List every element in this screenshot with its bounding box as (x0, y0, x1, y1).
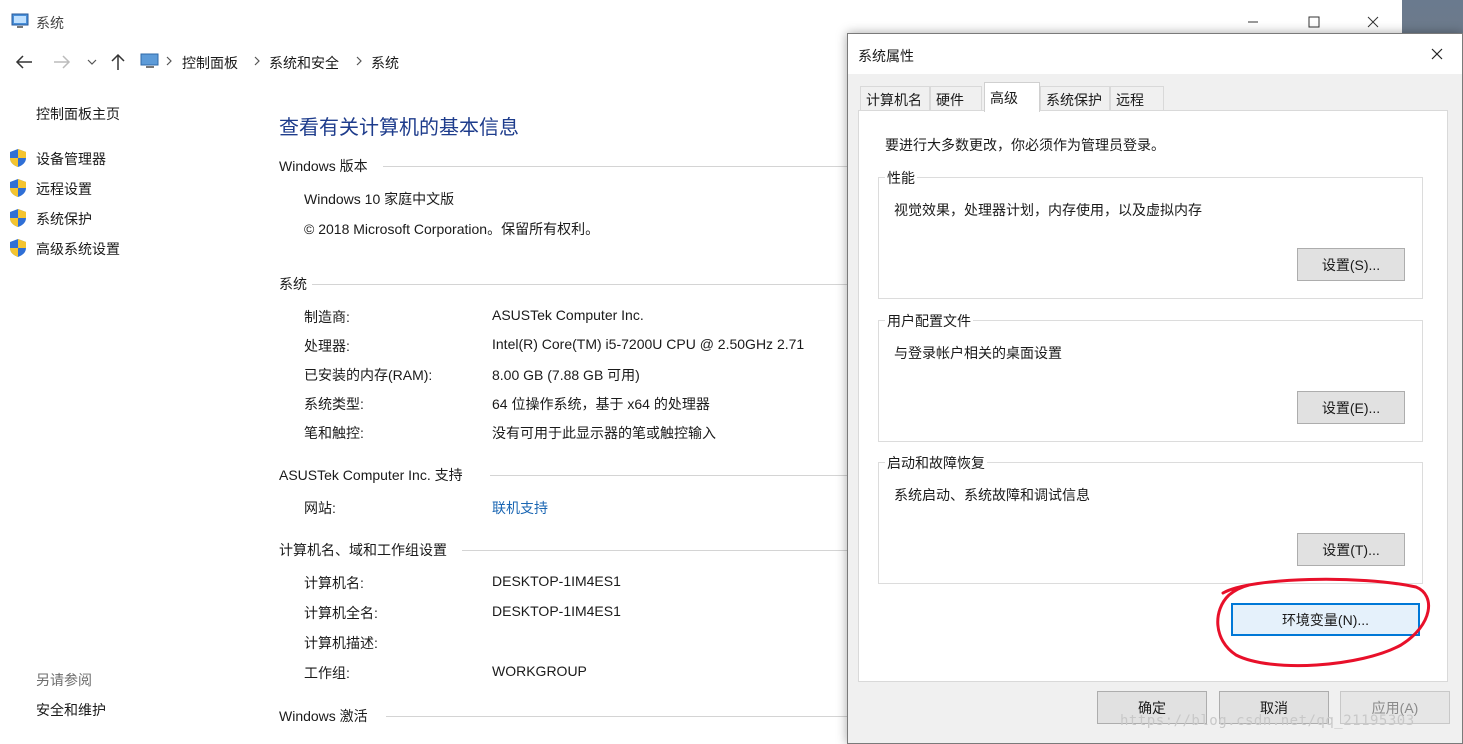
shield-icon (8, 148, 28, 168)
ram-value: 8.00 GB (7.88 GB 可用) (492, 367, 640, 383)
performance-group: 性能 视觉效果，处理器计划，内存使用，以及虚拟内存 设置(S)... (878, 168, 1423, 299)
watermark: https://blog.csdn.net/qq_21195303 (1120, 713, 1415, 729)
sidebar-item-remote-settings[interactable]: 远程设置 (36, 179, 92, 199)
section-divider (312, 284, 853, 285)
windows-edition-value: Windows 10 家庭中文版 (304, 191, 455, 207)
startup-recovery-group-title: 启动和故障恢复 (885, 453, 987, 473)
full-computer-name-value: DESKTOP-1IM4ES1 (492, 603, 621, 619)
workgroup-label: 工作组: (304, 665, 350, 681)
breadcrumb-chevron-icon (164, 54, 174, 68)
dialog-close-button[interactable] (1422, 40, 1452, 68)
computer-icon (10, 12, 30, 30)
user-profiles-group: 用户配置文件 与登录帐户相关的桌面设置 设置(E)... (878, 311, 1423, 442)
recent-dropdown-icon[interactable] (80, 48, 104, 76)
page-title: 查看有关计算机的基本信息 (279, 117, 519, 139)
processor-value: Intel(R) Core(TM) i5-7200U CPU @ 2.50GHz… (492, 336, 805, 352)
shield-icon (8, 238, 28, 258)
startup-recovery-group: 启动和故障恢复 系统启动、系统故障和调试信息 设置(T)... (878, 453, 1423, 584)
user-profiles-settings-button[interactable]: 设置(E)... (1297, 391, 1405, 424)
performance-description: 视觉效果，处理器计划，内存使用，以及虚拟内存 (894, 202, 1202, 218)
breadcrumb-system[interactable]: 系统 (371, 53, 399, 73)
breadcrumb-control-panel[interactable]: 控制面板 (182, 53, 238, 73)
online-support-link[interactable]: 联机支持 (492, 498, 548, 518)
sidebar-control-panel-home[interactable]: 控制面板主页 (36, 104, 120, 124)
environment-variables-button[interactable]: 环境变量(N)... (1231, 603, 1420, 636)
sidebar-item-advanced-system-settings[interactable]: 高级系统设置 (36, 239, 120, 259)
breadcrumb-chevron-icon (354, 54, 364, 68)
computer-name-value: DESKTOP-1IM4ES1 (492, 573, 621, 589)
performance-settings-button[interactable]: 设置(S)... (1297, 248, 1405, 281)
advanced-tab-panel: 要进行大多数更改，你必须作为管理员登录。 性能 视觉效果，处理器计划，内存使用，… (858, 110, 1448, 682)
section-heading-activation: Windows 激活 (279, 708, 368, 724)
manufacturer-value: ASUSTek Computer Inc. (492, 307, 644, 323)
performance-group-title: 性能 (885, 168, 917, 188)
startup-recovery-description: 系统启动、系统故障和调试信息 (894, 487, 1090, 503)
full-computer-name-label: 计算机全名: (304, 605, 378, 621)
processor-label: 处理器: (304, 338, 350, 354)
ram-label: 已安装的内存(RAM): (304, 367, 433, 383)
computer-name-label: 计算机名: (304, 575, 364, 591)
sidebar-item-security-maintenance[interactable]: 安全和维护 (36, 700, 106, 720)
see-also-heading: 另请参阅 (36, 672, 92, 688)
section-heading-windows-edition: Windows 版本 (279, 158, 368, 174)
user-profiles-description: 与登录帐户相关的桌面设置 (894, 345, 1062, 361)
dialog-titlebar: 系统属性 (848, 34, 1462, 74)
section-divider (386, 716, 853, 717)
breadcrumb-chevron-icon (252, 54, 262, 68)
section-heading-system: 系统 (279, 276, 307, 292)
tab-computer-name[interactable]: 计算机名 (860, 86, 930, 110)
shield-icon (8, 208, 28, 228)
computer-description-label: 计算机描述: (304, 635, 378, 651)
user-profiles-group-title: 用户配置文件 (885, 311, 973, 331)
section-heading-computer-name: 计算机名、域和工作组设置 (279, 542, 447, 558)
tab-advanced[interactable]: 高级 (984, 82, 1040, 112)
breadcrumb-system-security[interactable]: 系统和安全 (269, 53, 339, 73)
pen-touch-label: 笔和触控: (304, 425, 364, 441)
section-divider (490, 475, 853, 476)
sidebar-item-device-manager[interactable]: 设备管理器 (36, 149, 106, 169)
workgroup-value: WORKGROUP (492, 663, 587, 679)
forward-arrow-icon[interactable] (50, 48, 74, 76)
section-heading-support: ASUSTek Computer Inc. 支持 (279, 467, 463, 483)
tab-remote[interactable]: 远程 (1110, 86, 1164, 110)
admin-note: 要进行大多数更改，你必须作为管理员登录。 (885, 137, 1165, 153)
manufacturer-label: 制造商: (304, 309, 350, 325)
dialog-title: 系统属性 (858, 48, 914, 64)
system-properties-dialog: 系统属性 计算机名 硬件 高级 系统保护 远程 要进行大多数更改，你必须作为管理… (847, 33, 1463, 744)
section-divider (383, 166, 853, 167)
up-arrow-icon[interactable] (106, 48, 130, 76)
website-label: 网站: (304, 500, 336, 516)
copyright-text: © 2018 Microsoft Corporation。保留所有权利。 (304, 221, 600, 237)
sidebar-item-system-protection[interactable]: 系统保护 (36, 209, 92, 229)
tab-hardware[interactable]: 硬件 (930, 86, 982, 110)
system-type-label: 系统类型: (304, 396, 364, 412)
window-title: 系统 (36, 15, 64, 31)
pen-touch-value: 没有可用于此显示器的笔或触控输入 (492, 425, 716, 441)
section-divider (462, 550, 853, 551)
back-arrow-icon[interactable] (12, 48, 36, 76)
startup-recovery-settings-button[interactable]: 设置(T)... (1297, 533, 1405, 566)
system-type-value: 64 位操作系统，基于 x64 的处理器 (492, 396, 710, 412)
control-panel-icon (140, 53, 160, 69)
tab-system-protection[interactable]: 系统保护 (1040, 86, 1110, 110)
shield-icon (8, 178, 28, 198)
